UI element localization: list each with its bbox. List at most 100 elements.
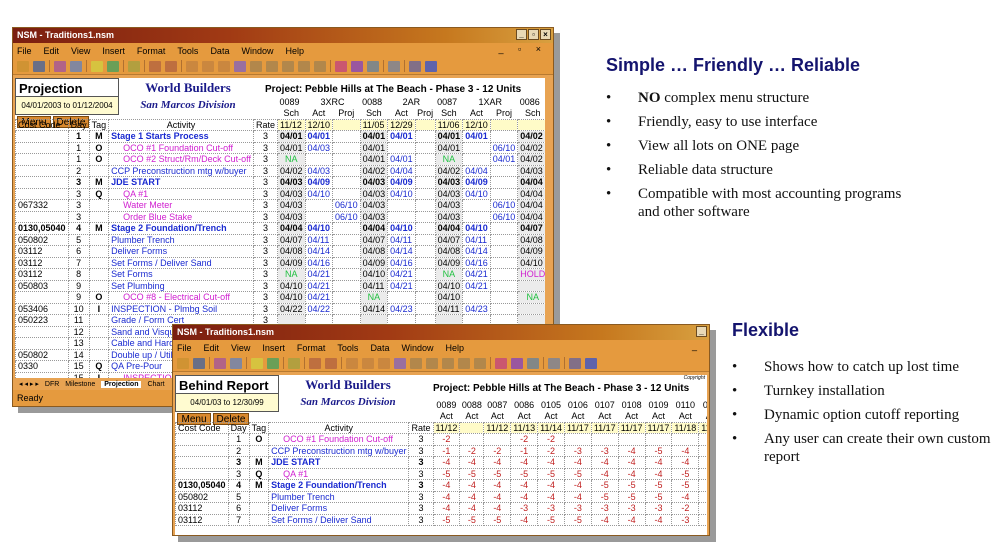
- calendar-icon[interactable]: [351, 60, 363, 72]
- date-cell[interactable]: 04/09: [517, 245, 545, 258]
- open-icon[interactable]: [177, 357, 189, 369]
- activity[interactable]: OCO #2 Struct/Rm/Deck Cut-off: [108, 153, 254, 166]
- date-cell[interactable]: [387, 291, 416, 304]
- day[interactable]: 1: [67, 130, 90, 143]
- date-cell[interactable]: 04/03: [276, 199, 306, 212]
- date-cell[interactable]: 04/02: [359, 164, 389, 177]
- table-row[interactable]: 067332 3 Water Meter 3 04/03 06/10 04/03 04/03 0…: [15, 199, 545, 212]
- date-cell[interactable]: 04/01: [359, 153, 389, 166]
- date-cell[interactable]: 04/21: [387, 268, 416, 281]
- balance-icon[interactable]: [458, 357, 470, 369]
- tab-chart[interactable]: Chart: [147, 381, 164, 388]
- table-row[interactable]: 3 Order Blue Stake 3 04/03 06/10 04/03 04/03 06…: [15, 210, 545, 223]
- date-cell[interactable]: [387, 210, 416, 223]
- date-cell[interactable]: NA: [517, 291, 545, 304]
- date-cell[interactable]: [414, 199, 436, 212]
- days-behind-cell[interactable]: [459, 433, 485, 446]
- days-behind-cell[interactable]: -5: [590, 490, 619, 503]
- date-cell[interactable]: [517, 302, 545, 315]
- days-behind-cell[interactable]: -5: [459, 513, 485, 526]
- date-cell[interactable]: [462, 291, 491, 304]
- date-cell[interactable]: [332, 291, 361, 304]
- cut-icon[interactable]: [410, 357, 422, 369]
- activity[interactable]: Plumber Trench: [268, 490, 410, 503]
- cost-code[interactable]: 067332: [15, 199, 69, 212]
- save-icon[interactable]: [33, 60, 45, 72]
- date-cell[interactable]: 04/11: [387, 233, 416, 246]
- cut-icon[interactable]: [250, 60, 262, 72]
- cost-code[interactable]: [15, 291, 69, 304]
- days-behind-cell[interactable]: -4: [671, 444, 700, 457]
- date-cell[interactable]: 04/21: [387, 279, 416, 292]
- date-cell[interactable]: 04/02: [517, 153, 545, 166]
- date-cell[interactable]: 04/14: [359, 302, 389, 315]
- days-behind-cell[interactable]: -1: [510, 444, 539, 457]
- activity[interactable]: Stage 2 Foundation/Trench: [108, 222, 254, 235]
- days-behind-cell[interactable]: -2: [537, 433, 565, 446]
- day[interactable]: 7: [67, 256, 90, 269]
- date-cell[interactable]: 04/01: [434, 141, 464, 154]
- tag[interactable]: [88, 199, 110, 212]
- date-cell[interactable]: [489, 268, 519, 281]
- days-behind-cell[interactable]: -3: [563, 502, 592, 515]
- menu-help[interactable]: Help: [285, 46, 304, 56]
- days-behind-cell[interactable]: -1: [432, 444, 461, 457]
- date-cell[interactable]: 04/10: [462, 187, 491, 200]
- date-cell[interactable]: [414, 130, 436, 143]
- cost-code[interactable]: [15, 176, 69, 189]
- pages-icon[interactable]: [527, 357, 539, 369]
- table-row[interactable]: 2 CCP Preconstruction mtg w/buyer 3 04/02 04…: [15, 164, 545, 177]
- date-cell[interactable]: [489, 245, 519, 258]
- date-cell[interactable]: [517, 279, 545, 292]
- days-behind-cell[interactable]: -5: [698, 444, 707, 457]
- cost-code[interactable]: [15, 130, 69, 143]
- days-behind-cell[interactable]: -3: [563, 444, 592, 457]
- days-behind-cell[interactable]: [671, 433, 700, 446]
- tag[interactable]: [248, 490, 270, 503]
- date-cell[interactable]: 04/04: [462, 164, 491, 177]
- days-behind-cell[interactable]: -4: [617, 467, 646, 480]
- tag[interactable]: [88, 325, 110, 338]
- date-cell[interactable]: [414, 302, 436, 315]
- days-behind-cell[interactable]: -5: [644, 479, 673, 492]
- menu-data[interactable]: Data: [370, 343, 389, 353]
- date-cell[interactable]: [332, 279, 361, 292]
- tag[interactable]: O: [248, 433, 270, 446]
- tag[interactable]: Q: [88, 187, 110, 200]
- days-behind-cell[interactable]: -4: [537, 490, 565, 503]
- date-cell[interactable]: 04/08: [276, 245, 306, 258]
- chart-icon[interactable]: [107, 60, 119, 72]
- days-behind-cell[interactable]: -4: [483, 490, 512, 503]
- tab-nav-arrows[interactable]: ◂ ◂ ▸ ▸: [19, 380, 39, 388]
- days-behind-cell[interactable]: -5: [483, 467, 512, 480]
- days-behind-cell[interactable]: -5: [459, 467, 485, 480]
- date-cell[interactable]: 04/03: [304, 164, 334, 177]
- view-icon[interactable]: [70, 60, 82, 72]
- day[interactable]: 6: [227, 502, 250, 515]
- days-behind-cell[interactable]: -3: [590, 502, 619, 515]
- cost-code[interactable]: 050223: [15, 314, 69, 327]
- open-icon[interactable]: [17, 60, 29, 72]
- date-cell[interactable]: 04/03: [359, 187, 389, 200]
- menu-view[interactable]: View: [231, 343, 250, 353]
- tag[interactable]: M: [248, 479, 270, 492]
- days-behind-cell[interactable]: -4: [590, 513, 619, 526]
- activity[interactable]: QA #1: [268, 467, 410, 480]
- activity[interactable]: Deliver Forms: [268, 502, 410, 515]
- table-row[interactable]: 1 O OCO #2 Struct/Rm/Deck Cut-off 3 NA 04/01 0…: [15, 153, 545, 166]
- paste-icon[interactable]: [282, 60, 294, 72]
- print-icon[interactable]: [548, 357, 560, 369]
- date-cell[interactable]: [414, 176, 436, 189]
- menu-data[interactable]: Data: [210, 46, 229, 56]
- date-cell[interactable]: 04/23: [462, 302, 491, 315]
- insert-row-icon[interactable]: [251, 357, 263, 369]
- cost-code[interactable]: 050802: [15, 233, 69, 246]
- days-behind-cell[interactable]: -5: [590, 479, 619, 492]
- behind-grid[interactable]: 0089 0088 0087 0086 0105 0106 0107 0108 0109 0110…: [175, 399, 707, 526]
- day[interactable]: 3: [227, 456, 250, 469]
- table-row[interactable]: 03112 6 Deliver Forms 3 04/08 04/14 04/08 04/14…: [15, 245, 545, 258]
- date-cell[interactable]: [304, 199, 334, 212]
- activity[interactable]: Set Plumbing: [108, 279, 254, 292]
- activity[interactable]: Set Forms / Deliver Sand: [268, 513, 410, 526]
- cost-code[interactable]: 050802: [175, 490, 229, 503]
